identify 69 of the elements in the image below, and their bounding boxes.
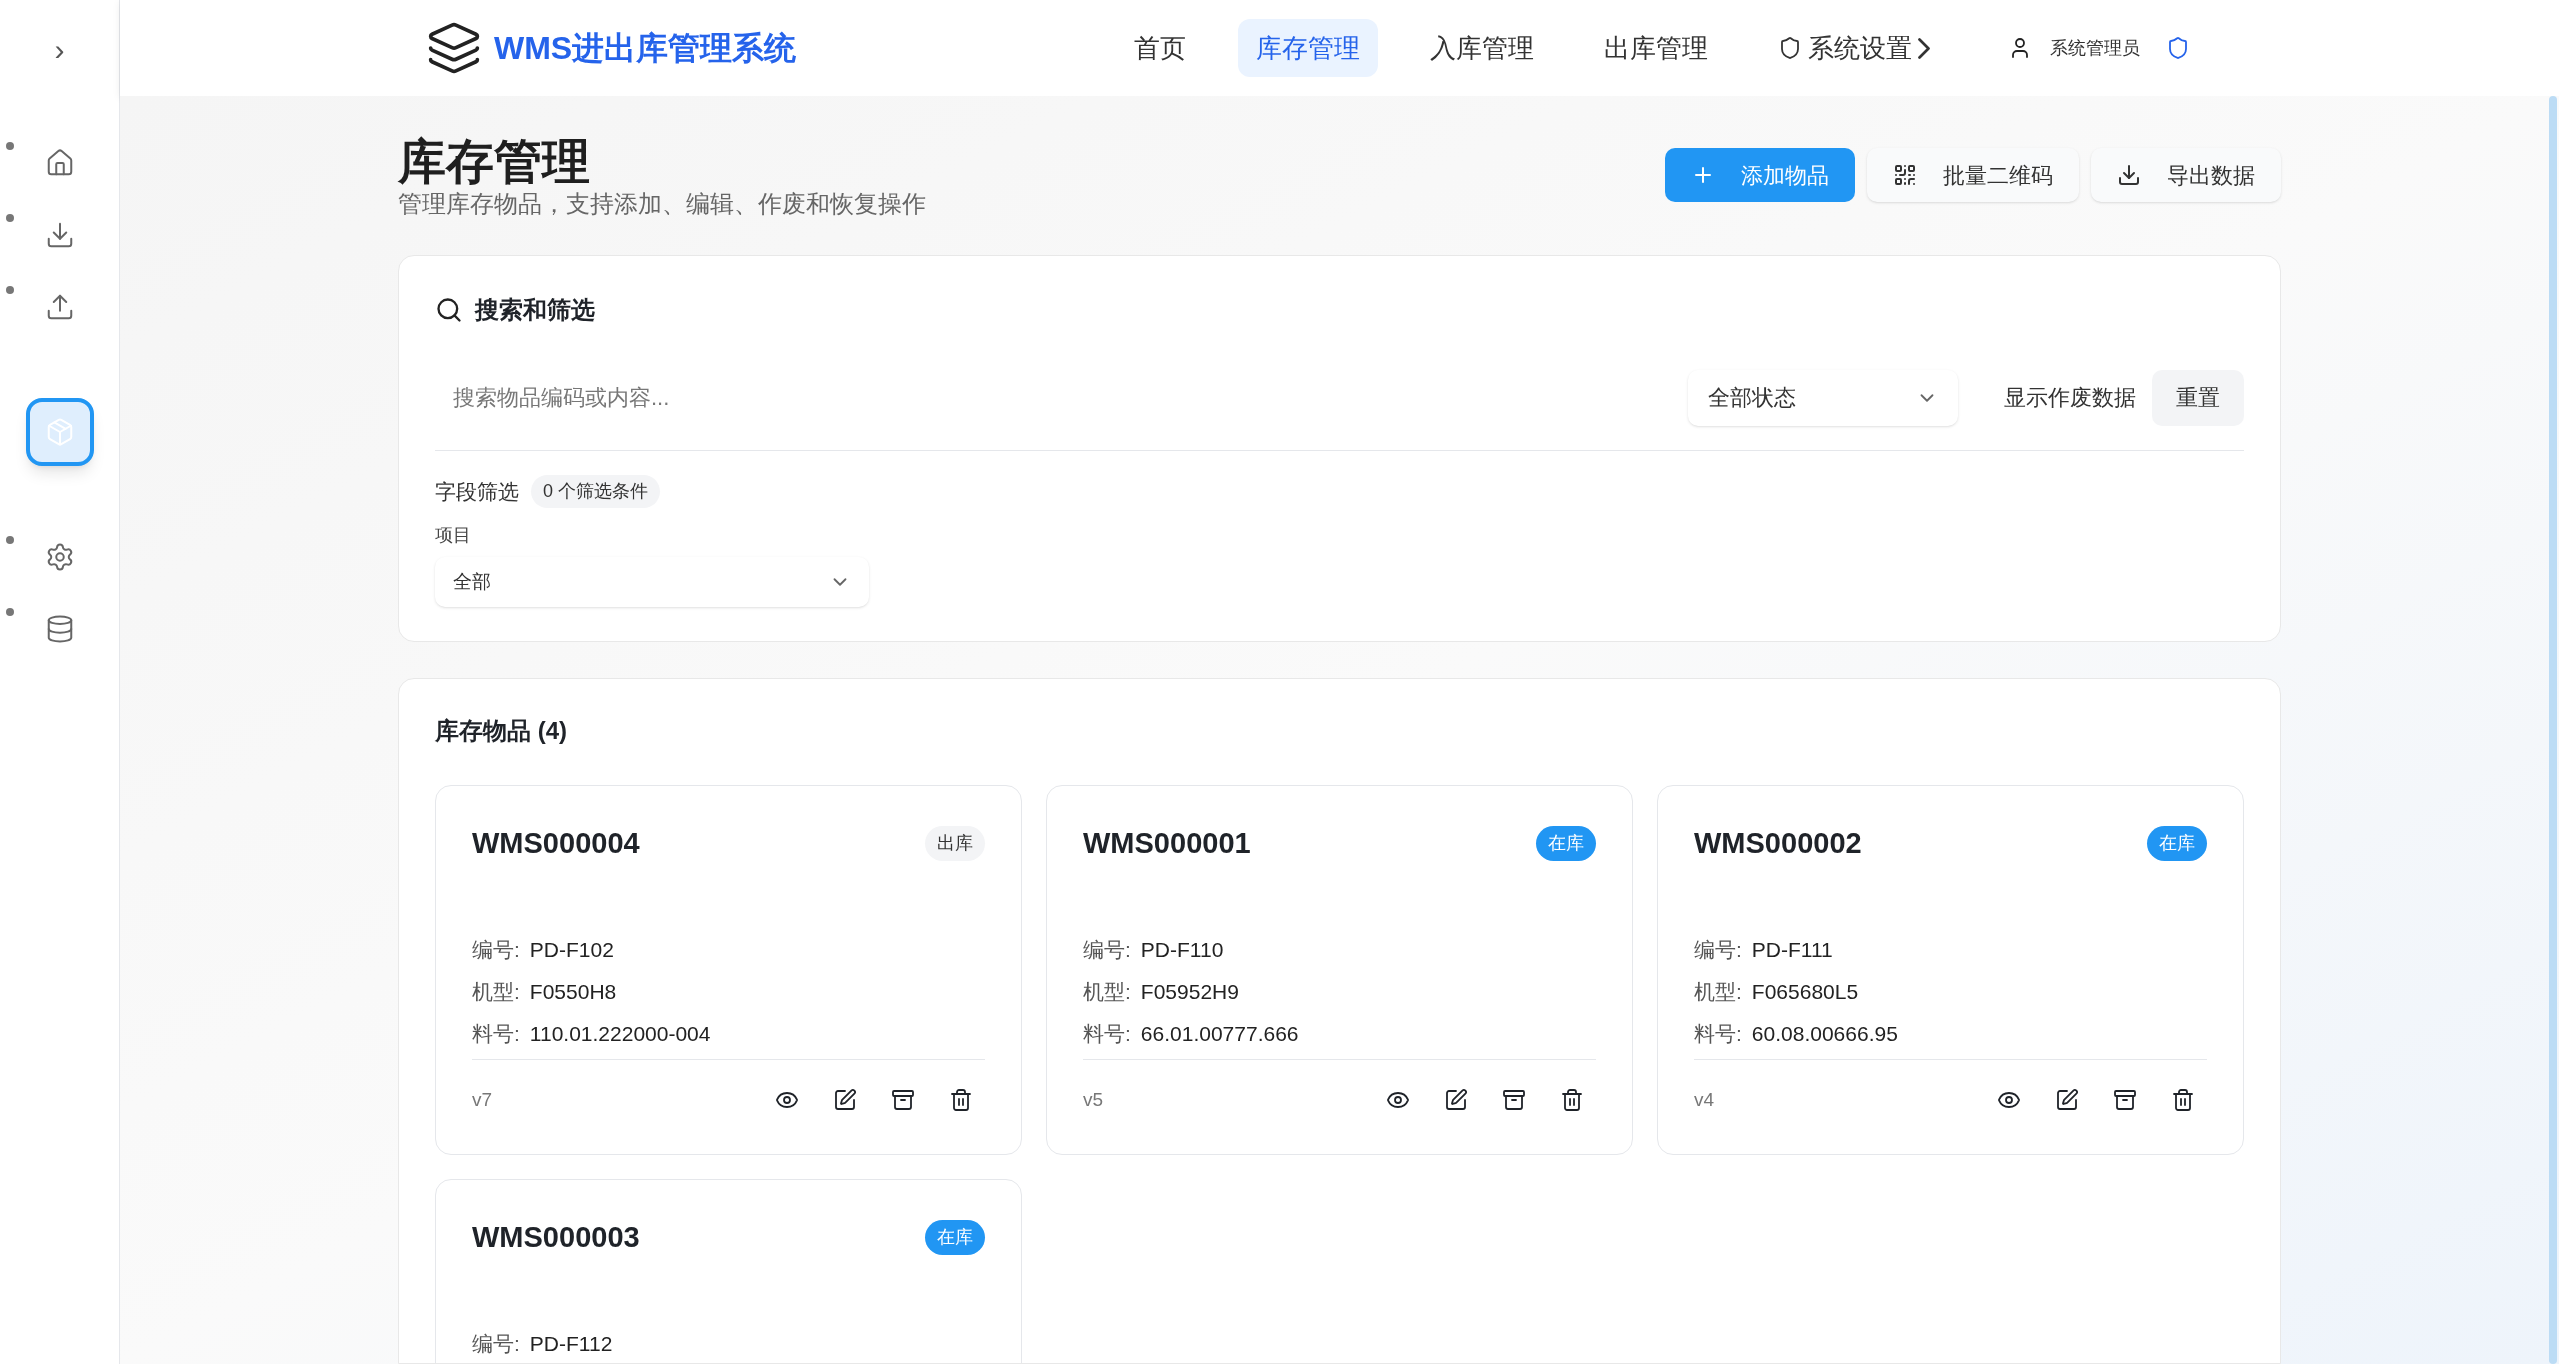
archive-icon: [2113, 1088, 2137, 1113]
expand-button[interactable]: ›: [54, 30, 65, 70]
brand-title: WMS进出库管理系统: [494, 29, 797, 68]
field-value: PD-F111: [1751, 937, 1833, 964]
field-value: PD-F102: [529, 937, 614, 964]
filter-count-badge: 0 个筛选条件: [531, 474, 660, 508]
archive-icon: [891, 1088, 915, 1113]
version-text: v7: [472, 1088, 493, 1113]
archive-icon: [1502, 1088, 1526, 1113]
item-code: WMS000002: [1694, 825, 1862, 861]
edit-icon: [833, 1088, 857, 1113]
action-button[interactable]: 批量二维码: [1867, 148, 2079, 202]
nav-tab[interactable]: 入库管理: [1412, 19, 1553, 77]
field-label: 机型:: [1083, 979, 1131, 1006]
version-text: v4: [1694, 1088, 1715, 1113]
nav-tab[interactable]: 系统设置: [1760, 19, 1949, 77]
project-select[interactable]: 全部: [435, 556, 869, 607]
status-badge: 在库: [925, 1220, 985, 1256]
nav-tab[interactable]: 首页: [1116, 19, 1205, 77]
field-value: F065680L5: [1751, 979, 1859, 1006]
reset-button[interactable]: 重置: [2152, 369, 2244, 426]
nav-tab[interactable]: 出库管理: [1586, 19, 1727, 77]
search-field[interactable]: 搜索物品编码或内容...: [435, 369, 1688, 426]
page-subtitle: 管理库存物品，支持添加、编辑、作废和恢复操作: [398, 188, 926, 219]
action-button[interactable]: 导出数据: [2091, 148, 2281, 202]
trash-icon: [949, 1088, 973, 1113]
field-value: 110.01.222000-004: [529, 1021, 711, 1048]
field-label: 机型:: [472, 979, 520, 1006]
user-name: 系统管理员: [2050, 36, 2141, 60]
field-filter-label: 字段筛选: [435, 478, 519, 505]
field-value: 60.08.00666.95: [1751, 1021, 1898, 1048]
page-title: 库存管理: [398, 136, 591, 189]
qr-code-icon: [1893, 163, 1917, 187]
item-code: WMS000001: [1083, 825, 1251, 861]
panel-title: 库存物品 (4): [435, 715, 568, 746]
status-badge: 在库: [1536, 826, 1596, 862]
status-badge: 出库: [925, 826, 985, 862]
field-value: PD-F110: [1140, 937, 1224, 964]
status-select[interactable]: 全部状态: [1688, 369, 1958, 426]
sidebar-item[interactable]: [25, 398, 94, 466]
field-value: PD-F112: [529, 1331, 613, 1358]
field-label: 编号:: [472, 1331, 520, 1358]
field-value: 66.01.00777.666: [1140, 1021, 1299, 1048]
scrollbar[interactable]: [2549, 96, 2557, 1364]
trash-icon: [2171, 1088, 2195, 1113]
version-text: v5: [1083, 1088, 1104, 1113]
field-label: 机型:: [1694, 979, 1742, 1006]
show-void-button[interactable]: 显示作废数据: [2004, 381, 2136, 415]
field-value: F0550H8: [529, 979, 617, 1006]
edit-icon: [1444, 1088, 1468, 1113]
layers-icon: [426, 20, 482, 76]
search-icon: [435, 295, 463, 324]
nav-tab[interactable]: 库存管理: [1238, 19, 1379, 77]
edit-icon: [2055, 1088, 2079, 1113]
field-label: 料号:: [1083, 1021, 1131, 1048]
field-label: 编号:: [1083, 937, 1131, 964]
field-value: F05952H9: [1140, 979, 1239, 1006]
download-icon: [2117, 163, 2141, 187]
chevron-right-icon: [1918, 37, 1931, 59]
project-label: 项目: [435, 523, 472, 547]
item-code: WMS000004: [472, 825, 640, 861]
field-label: 编号:: [1694, 937, 1742, 964]
field-label: 料号:: [472, 1021, 520, 1048]
status-badge: 在库: [2147, 826, 2207, 862]
field-label: 编号:: [472, 937, 520, 964]
trash-icon: [1560, 1088, 1584, 1113]
panel-title: 搜索和筛选: [475, 294, 595, 325]
item-code: WMS000003: [472, 1219, 640, 1255]
field-label: 料号:: [1694, 1021, 1742, 1048]
